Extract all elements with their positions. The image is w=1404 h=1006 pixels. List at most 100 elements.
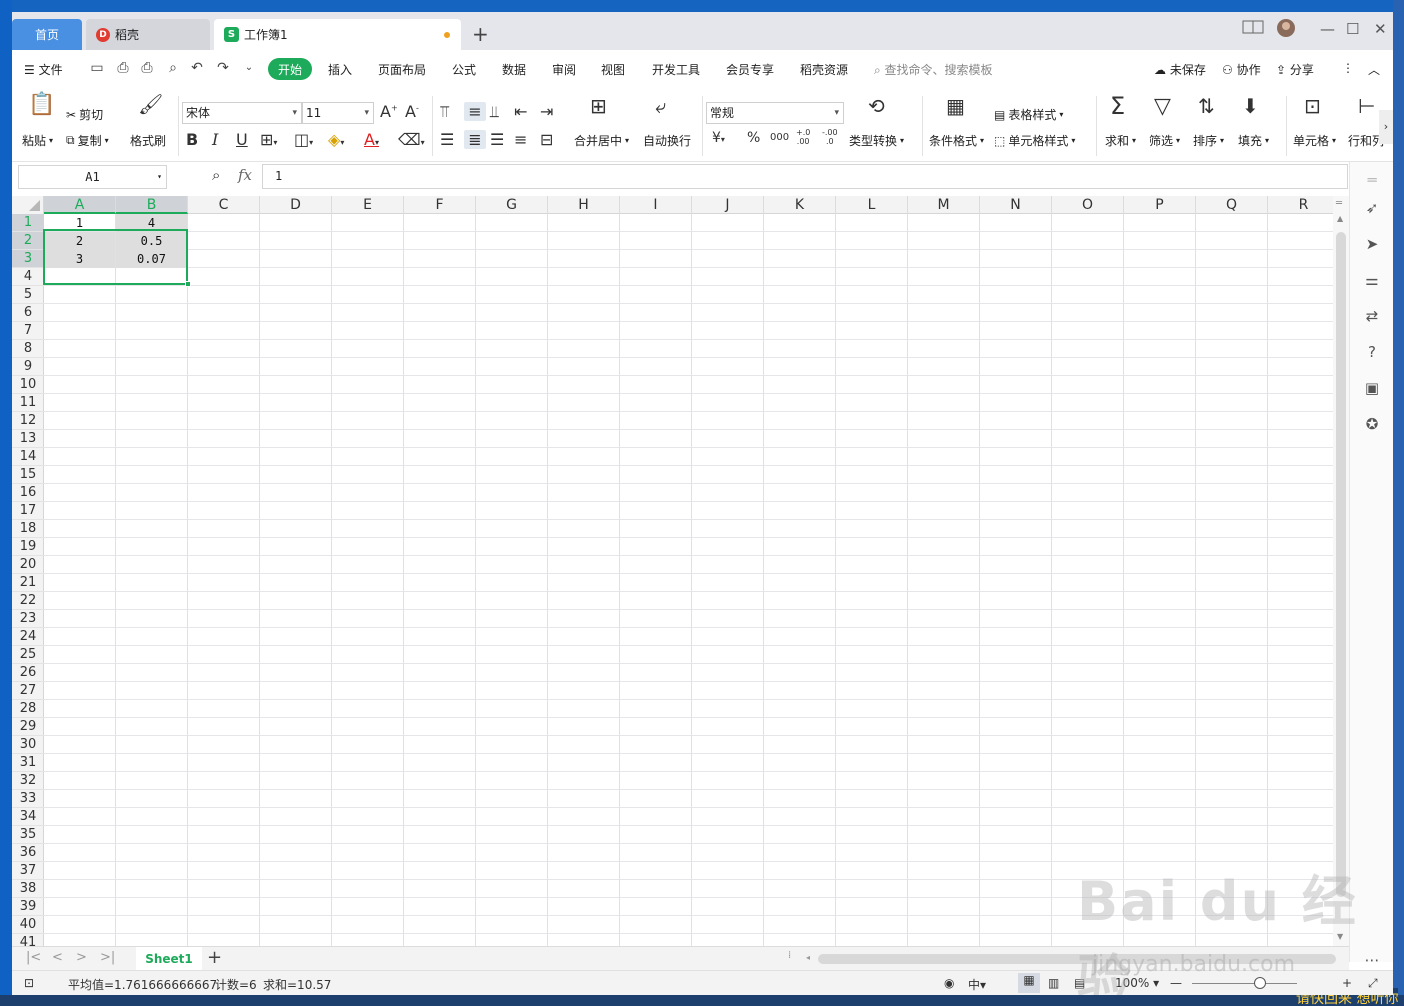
row-header[interactable]: 19 (12, 538, 44, 556)
insert-function-button[interactable]: fx (238, 166, 252, 184)
column-header[interactable]: R (1268, 196, 1333, 214)
row-header[interactable]: 6 (12, 304, 44, 322)
format-painter-button[interactable]: 格式刷 (130, 132, 166, 149)
tab-workbook[interactable]: S 工作簿1 (214, 19, 461, 50)
first-sheet-icon[interactable]: |< (26, 950, 41, 965)
number-format-select[interactable]: 常规 ▾ (706, 102, 844, 124)
menu-member[interactable]: 会员专享 (726, 61, 774, 78)
column-header[interactable]: J (692, 196, 764, 214)
ribbon-scroll-right-icon[interactable]: › (1379, 110, 1393, 144)
column-header[interactable]: H (548, 196, 620, 214)
settings-sliders-icon[interactable]: ⚌ (1362, 270, 1382, 290)
column-header[interactable]: F (404, 196, 476, 214)
avatar[interactable] (1276, 18, 1296, 42)
help-icon[interactable]: ? (1362, 342, 1382, 362)
merge-cells-icon[interactable]: ⊞ (590, 94, 607, 118)
column-header[interactable]: K (764, 196, 836, 214)
wrap-text-button[interactable]: 自动换行 (643, 132, 691, 149)
distribute-icon[interactable]: ⊟ (540, 130, 553, 149)
more-options-icon[interactable]: ⋮ (1342, 61, 1354, 75)
copy-button[interactable]: ⧉ 复制 ▾ (66, 132, 109, 149)
print-preview-icon[interactable]: ⌕ (164, 59, 182, 77)
column-header[interactable]: N (980, 196, 1052, 214)
filter-icon[interactable]: ▽ (1154, 94, 1171, 119)
prev-sheet-icon[interactable]: < (52, 950, 63, 965)
font-size-select[interactable]: 11 ▾ (302, 102, 374, 124)
column-header[interactable]: P (1124, 196, 1196, 214)
sum-icon[interactable]: Σ (1110, 92, 1125, 120)
close-icon[interactable]: ✕ (1374, 20, 1387, 38)
row-header[interactable]: 33 (12, 790, 44, 808)
menu-formula[interactable]: 公式 (452, 61, 476, 78)
row-header[interactable]: 32 (12, 772, 44, 790)
lightbulb-icon[interactable]: ✪ (1362, 414, 1382, 434)
row-header[interactable]: 29 (12, 718, 44, 736)
wrap-text-icon[interactable]: ⤶ (655, 94, 666, 118)
rocket-icon[interactable]: ➶ (1362, 198, 1382, 218)
column-header[interactable]: A (44, 196, 116, 214)
quick-access-more-icon[interactable]: ⌄ (240, 59, 258, 77)
row-header[interactable]: 30 (12, 736, 44, 754)
redo-icon[interactable]: ↷ (214, 59, 232, 77)
row-header[interactable]: 1 (12, 214, 44, 232)
cell-button[interactable]: 单元格 ▾ (1293, 132, 1336, 149)
row-header[interactable]: 11 (12, 394, 44, 412)
menu-data[interactable]: 数据 (502, 61, 526, 78)
name-box[interactable]: A1 ▾ (18, 165, 167, 189)
font-name-select[interactable]: 宋体 ▾ (182, 102, 302, 124)
column-header[interactable]: C (188, 196, 260, 214)
macro-icon[interactable]: ⊡ (24, 976, 34, 990)
row-header[interactable]: 17 (12, 502, 44, 520)
row-header[interactable]: 2 (12, 232, 44, 250)
row-header[interactable]: 27 (12, 682, 44, 700)
row-header[interactable]: 40 (12, 916, 44, 934)
cursor-icon[interactable]: ➤ (1362, 234, 1382, 254)
split-handle-icon[interactable]: ⁞ (788, 950, 791, 961)
currency-button[interactable]: ¥▾ (712, 130, 725, 146)
row-header[interactable]: 24 (12, 628, 44, 646)
row-header[interactable]: 37 (12, 862, 44, 880)
vertical-scroll-thumb[interactable] (1336, 232, 1346, 897)
conditional-format-icon[interactable]: ▦ (946, 94, 965, 118)
row-header[interactable]: 21 (12, 574, 44, 592)
row-header[interactable]: 9 (12, 358, 44, 376)
align-top-icon[interactable]: ⫪ (440, 102, 449, 122)
sum-button[interactable]: 求和 ▾ (1105, 132, 1136, 149)
align-center-icon[interactable]: ≣ (464, 130, 486, 149)
export-icon[interactable]: ⎙ (114, 59, 132, 77)
conditional-format-button[interactable]: 条件格式 ▾ (929, 132, 984, 149)
row-header[interactable]: 10 (12, 376, 44, 394)
file-menu[interactable]: ☰ 文件 (24, 61, 63, 78)
menu-docer-resources[interactable]: 稻壳资源 (800, 61, 848, 78)
fill-button[interactable]: 填充 ▾ (1238, 132, 1269, 149)
command-search[interactable]: ⌕ 查找命令、搜索模板 (874, 61, 993, 78)
paste-icon[interactable]: 📋 (28, 92, 55, 117)
sort-button[interactable]: 排序 ▾ (1193, 132, 1224, 149)
column-header[interactable]: E (332, 196, 404, 214)
row-header[interactable]: 3 (12, 250, 44, 268)
clear-format-icon[interactable]: ⌫▾ (398, 130, 425, 149)
transform-icon[interactable]: ⇄ (1362, 306, 1382, 326)
align-left-icon[interactable]: ☰ (440, 130, 454, 149)
row-col-icon[interactable]: ⊢ (1358, 94, 1375, 118)
scroll-left-icon[interactable]: ◂ (806, 953, 810, 962)
merge-center-button[interactable]: 合并居中 ▾ (574, 132, 629, 149)
border-icon[interactable]: ⊞▾ (260, 130, 277, 149)
menu-developer[interactable]: 开发工具 (652, 61, 700, 78)
zoom-formula-icon[interactable]: ⌕ (212, 166, 220, 184)
increase-decimal-button[interactable]: +.0 .00 (796, 128, 810, 146)
column-header[interactable]: M (908, 196, 980, 214)
type-convert-icon[interactable]: ⟲ (868, 94, 885, 118)
shape-border-icon[interactable]: ◫▾ (294, 130, 313, 149)
column-header[interactable]: O (1052, 196, 1124, 214)
normal-view-icon[interactable]: ▦ (1018, 973, 1040, 993)
row-header[interactable]: 8 (12, 340, 44, 358)
row-header[interactable]: 23 (12, 610, 44, 628)
cell-style-button[interactable]: ⬚ 单元格样式 ▾ (994, 132, 1075, 149)
cell-area[interactable]: 1 4 2 0.5 3 0.07 (44, 214, 1333, 946)
brush-icon[interactable]: 🖌 (138, 92, 163, 116)
page-layout-view-icon[interactable]: ▥ (1048, 976, 1059, 990)
align-bottom-icon[interactable]: ⫫ (490, 102, 499, 122)
row-header[interactable]: 12 (12, 412, 44, 430)
indent-decrease-icon[interactable]: ⇤ (514, 102, 527, 121)
